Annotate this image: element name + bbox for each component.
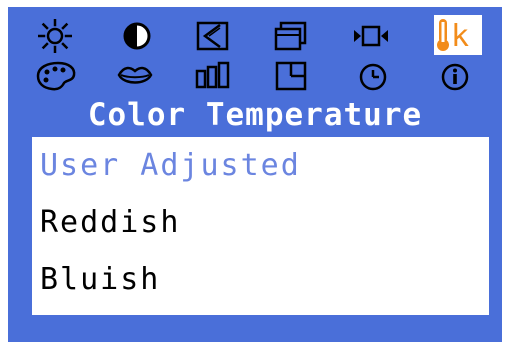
brightness-icon[interactable] <box>34 17 76 55</box>
option-reddish[interactable]: Reddish <box>40 200 180 246</box>
clock-icon[interactable] <box>352 57 394 95</box>
selected-icon-text: k <box>451 19 469 54</box>
contrast-icon[interactable] <box>116 17 158 55</box>
option-bluish[interactable]: Bluish <box>40 257 160 303</box>
information-icon[interactable] <box>434 57 476 95</box>
size-position-icon[interactable] <box>270 17 312 55</box>
options-panel: User Adjusted Reddish Bluish <box>32 137 489 315</box>
color-palette-icon[interactable] <box>32 57 80 95</box>
osd-menu: k Color Temperature User Adjusted Reddis… <box>8 7 502 342</box>
icon-grid: k <box>22 11 488 95</box>
input-source-icon[interactable] <box>350 17 392 55</box>
image-mode-icon[interactable] <box>192 57 234 95</box>
lips-skin-tone-icon[interactable] <box>114 57 156 95</box>
option-user-adjusted[interactable]: User Adjusted <box>40 143 301 189</box>
menu-title: Color Temperature <box>87 97 423 133</box>
image-adjust-icon[interactable] <box>192 17 234 55</box>
color-temperature-icon[interactable]: k <box>434 15 482 55</box>
window-layout-icon[interactable] <box>270 57 312 95</box>
